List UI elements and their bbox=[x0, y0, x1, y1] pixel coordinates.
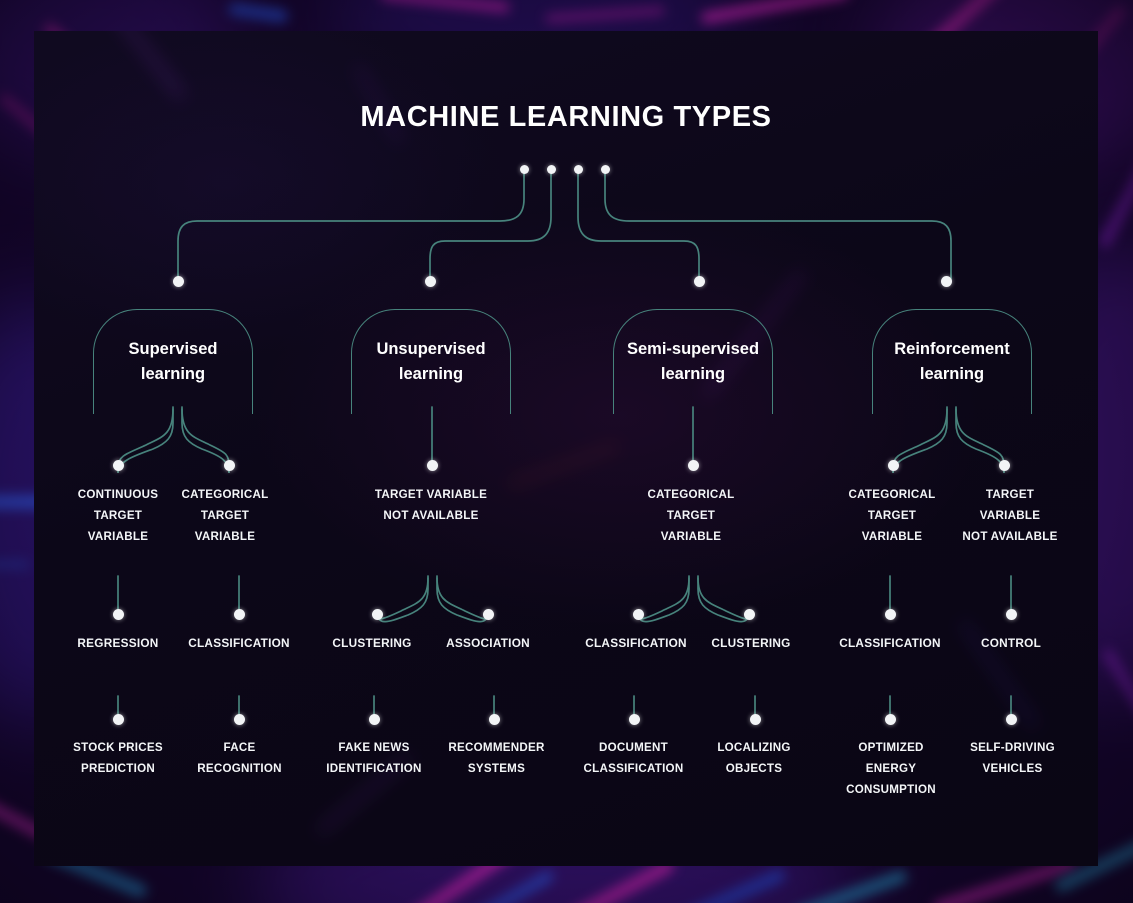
node-dot-classification-semi bbox=[633, 609, 644, 620]
node-dot-optimized-energy-consumption bbox=[885, 714, 896, 725]
wire-split-supervised-left bbox=[117, 408, 174, 468]
node-dot-categorical-target-variable-semi bbox=[688, 460, 699, 471]
node-dot-target-variable-not-available-rein bbox=[999, 460, 1010, 471]
wire-reinforcement-to-categorical bbox=[892, 406, 948, 474]
wire-targetvar-to-association bbox=[436, 575, 489, 623]
node-label-categorical-target-variable-sup: CATEGORICAL TARGET VARIABLE bbox=[181, 488, 269, 544]
wire-hub-to-semisupervised bbox=[577, 170, 700, 282]
wire-hub-to-reinforcement bbox=[604, 170, 952, 282]
wire-reinforcement-to-targetvar bbox=[955, 406, 1005, 474]
node-dot-continuous-target-variable bbox=[113, 460, 124, 471]
infographic-panel: MACHINE LEARNING TYPES Supervised learni… bbox=[34, 31, 1098, 866]
branch-label-reinforcement: Reinforcement learning bbox=[894, 340, 1010, 383]
node-dot-self-driving-vehicles bbox=[1006, 714, 1017, 725]
node-label-target-variable-not-available-unsup: TARGET VARIABLE NOT AVAILABLE bbox=[374, 488, 488, 523]
hub-dot-3 bbox=[574, 165, 583, 174]
node-label-recommender-systems: RECOMMENDER SYSTEMS bbox=[448, 741, 545, 776]
node-label-classification-semi: CLASSIFICATION bbox=[585, 636, 687, 650]
wire-hub-to-supervised bbox=[177, 170, 525, 282]
node-dot-recommender-systems bbox=[489, 714, 500, 725]
node-dot-target-variable-not-available-unsup bbox=[427, 460, 438, 471]
wire-targetvar-to-clustering bbox=[376, 575, 429, 623]
node-label-clustering-semi: CLUSTERING bbox=[711, 636, 791, 650]
node-dot-stock-prices-prediction bbox=[113, 714, 124, 725]
node-label-self-driving-vehicles: SELF-DRIVING VEHICLES bbox=[970, 741, 1055, 776]
branch-label-unsupervised: Unsupervised learning bbox=[376, 340, 486, 383]
node-dot-document-classification bbox=[629, 714, 640, 725]
node-label-localizing-objects: LOCALIZING OBJECTS bbox=[717, 741, 791, 776]
wire-split-reinforcement-left bbox=[892, 408, 948, 468]
node-dot-classification-rein bbox=[885, 609, 896, 620]
wire-hub-to-unsupervised bbox=[429, 170, 552, 282]
node-dot-clustering-semi bbox=[744, 609, 755, 620]
node-label-face-recognition: FACE RECOGNITION bbox=[197, 741, 282, 776]
wire-split-reinforcement-right bbox=[955, 408, 1005, 468]
node-label-control: CONTROL bbox=[980, 636, 1042, 650]
branch-label-semi-supervised: Semi-supervised learning bbox=[626, 340, 760, 383]
branch-semi-supervised-learning[interactable]: Semi-supervised learning bbox=[613, 309, 773, 414]
branch-inlet-dot-unsupervised bbox=[425, 276, 436, 287]
diagram-stage: MACHINE LEARNING TYPES Supervised learni… bbox=[34, 31, 1098, 866]
node-label-optimized-energy-consumption: OPTIMIZED ENERGY CONSUMPTION bbox=[846, 741, 936, 797]
node-label-clustering-unsup: CLUSTERING bbox=[332, 636, 412, 650]
node-dot-clustering-unsup bbox=[372, 609, 383, 620]
node-dot-localizing-objects bbox=[750, 714, 761, 725]
branch-label-supervised: Supervised learning bbox=[128, 340, 218, 383]
node-label-regression: REGRESSION bbox=[77, 636, 159, 650]
node-label-categorical-target-variable-rein: CATEGORICAL TARGET VARIABLE bbox=[848, 488, 936, 544]
branch-inlet-dot-reinforcement bbox=[941, 276, 952, 287]
wire-split-supervised-right bbox=[181, 408, 230, 468]
node-dot-categorical-target-variable-sup bbox=[224, 460, 235, 471]
node-label-classification-rein: CLASSIFICATION bbox=[839, 636, 941, 650]
hub-dot-4 bbox=[601, 165, 610, 174]
node-label-fake-news-identification: FAKE NEWS IDENTIFICATION bbox=[326, 741, 422, 776]
wire-split-unsup-right bbox=[436, 577, 489, 620]
branch-inlet-dot-semisupervised bbox=[694, 276, 705, 287]
hub-dot-1 bbox=[520, 165, 529, 174]
node-dot-regression bbox=[113, 609, 124, 620]
wire-split-semi-right bbox=[697, 577, 750, 620]
wire-semicategorical-to-classification bbox=[637, 575, 690, 623]
wire-split-semi-left bbox=[637, 577, 690, 620]
wire-supervised-to-continuous bbox=[117, 406, 174, 474]
node-label-continuous-target-variable: CONTINUOUS TARGET VARIABLE bbox=[77, 488, 159, 544]
node-dot-control bbox=[1006, 609, 1017, 620]
node-label-target-variable-not-available-rein: TARGET VARIABLE NOT AVAILABLE bbox=[962, 488, 1058, 544]
branch-reinforcement-learning[interactable]: Reinforcement learning bbox=[872, 309, 1032, 414]
branch-inlet-dot-supervised bbox=[173, 276, 184, 287]
node-label-categorical-target-variable-semi: CATEGORICAL TARGET VARIABLE bbox=[647, 488, 735, 544]
branch-unsupervised-learning[interactable]: Unsupervised learning bbox=[351, 309, 511, 414]
node-label-classification-sup: CLASSIFICATION bbox=[188, 636, 290, 650]
node-dot-categorical-target-variable-rein bbox=[888, 460, 899, 471]
node-dot-classification-sup bbox=[234, 609, 245, 620]
wire-semicategorical-to-clustering bbox=[697, 575, 750, 623]
node-dot-fake-news-identification bbox=[369, 714, 380, 725]
node-label-stock-prices-prediction: STOCK PRICES PREDICTION bbox=[73, 741, 163, 776]
node-label-association: ASSOCIATION bbox=[446, 636, 530, 650]
branch-supervised-learning[interactable]: Supervised learning bbox=[93, 309, 253, 414]
node-label-document-classification: DOCUMENT CLASSIFICATION bbox=[583, 741, 684, 776]
page-title: MACHINE LEARNING TYPES bbox=[360, 101, 772, 133]
wire-supervised-to-categorical bbox=[181, 406, 230, 474]
wire-split-unsup-left bbox=[376, 577, 429, 620]
node-dot-face-recognition bbox=[234, 714, 245, 725]
hub-dot-2 bbox=[547, 165, 556, 174]
node-dot-association bbox=[483, 609, 494, 620]
